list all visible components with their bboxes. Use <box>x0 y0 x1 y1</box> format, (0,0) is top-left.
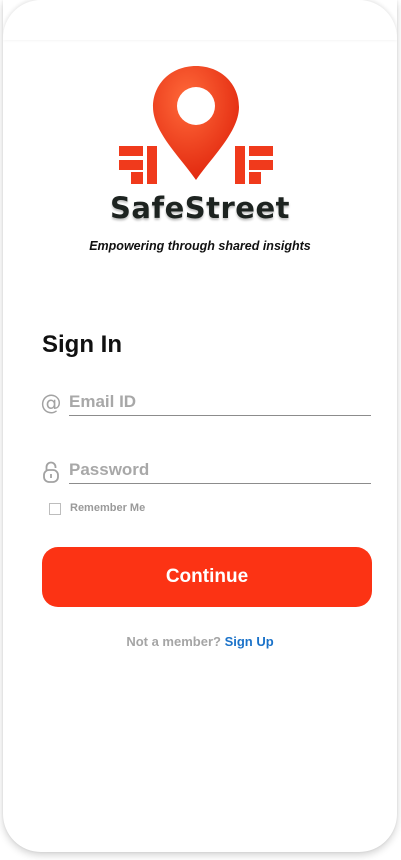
email-input[interactable] <box>69 390 371 416</box>
phone-frame-top <box>3 0 397 40</box>
continue-button[interactable]: Continue <box>42 547 372 607</box>
not-member-text: Not a member? <box>126 634 221 649</box>
map-pin-street-icon <box>119 66 273 184</box>
brand-name: SafeStreet <box>110 191 290 225</box>
checkbox-box[interactable] <box>49 503 61 515</box>
email-field-group: @ <box>40 390 371 420</box>
signup-prompt: Not a member? Sign Up <box>3 634 397 649</box>
at-sign-icon: @ <box>40 391 62 415</box>
brand-tagline: Empowering through shared insights <box>89 239 311 253</box>
lock-icon <box>40 458 62 484</box>
remember-me-label[interactable]: Remember Me <box>70 502 145 514</box>
page-title: Sign In <box>42 331 122 358</box>
password-field-group <box>40 458 371 488</box>
password-input[interactable] <box>69 458 371 484</box>
sign-up-link[interactable]: Sign Up <box>225 634 274 649</box>
phone-screen: SafeStreet Empowering through shared ins… <box>3 0 397 852</box>
